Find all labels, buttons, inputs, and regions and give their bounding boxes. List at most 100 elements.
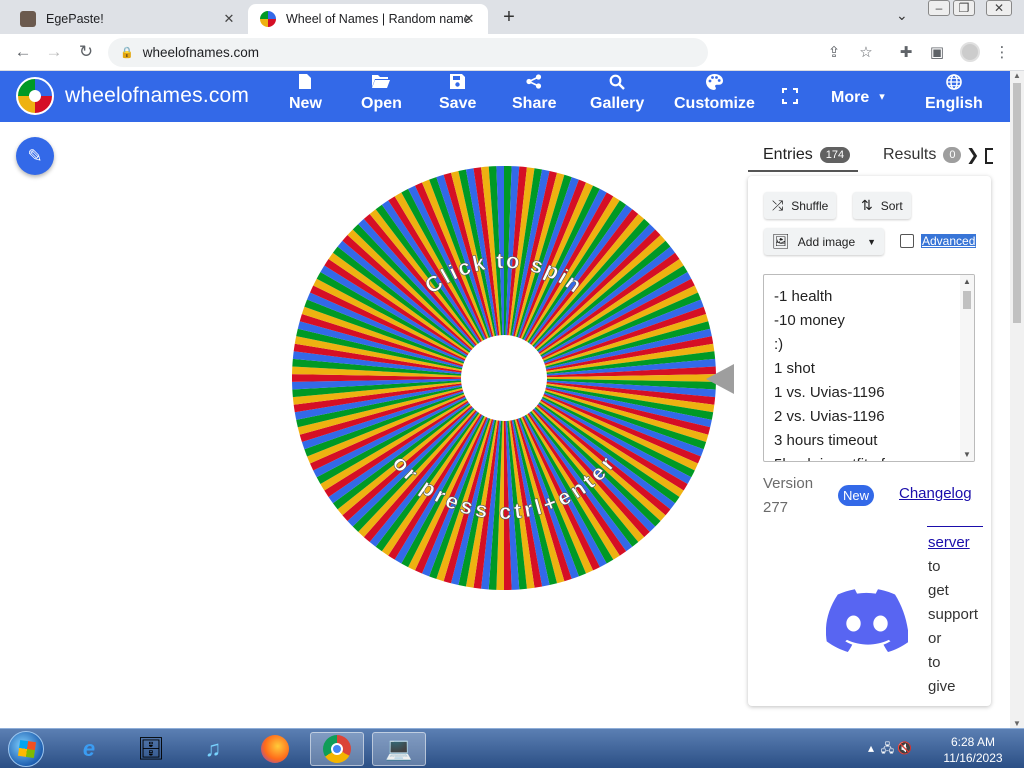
archive-app-icon[interactable]: 🗄 (124, 732, 178, 766)
site-brand[interactable]: wheelofnames.com (65, 84, 249, 108)
new-badge: New (838, 485, 875, 506)
wheel-graphic[interactable]: Click to spin or press ctrl+enter (292, 166, 716, 590)
nav-open-button[interactable]: Open (361, 74, 402, 113)
browser-tab-egepaste[interactable]: EgePaste! ✕ (8, 4, 248, 34)
start-button[interactable] (8, 731, 44, 767)
app-window-icon[interactable]: 💻 (372, 732, 426, 766)
windows-taskbar: e 🗄 ♫ 💻 ▴ 🖧 🔇 6:28 AM 11/16/2023 (0, 728, 1024, 768)
wheel-center-hub[interactable] (461, 335, 547, 421)
shuffle-icon: ⤮ (772, 197, 784, 213)
nav-customize-button[interactable]: Customize (674, 74, 755, 113)
egepaste-favicon-icon (20, 11, 36, 27)
discord-text: or (928, 630, 942, 647)
floppy-disk-icon (450, 74, 466, 94)
edit-pencil-button[interactable]: ✎ (16, 137, 54, 175)
restore-window-icon[interactable]: ❐ (953, 0, 975, 16)
taskbar-clock[interactable]: 6:28 AM 11/16/2023 (940, 734, 1006, 766)
entry-line: 5k rub in outfit of (764, 453, 974, 461)
nav-share-button[interactable]: Share (512, 74, 556, 113)
firefox-icon[interactable] (248, 732, 302, 766)
search-icon (609, 74, 625, 94)
results-count-badge: 0 (943, 147, 962, 163)
entry-line: -10 money (774, 312, 845, 329)
discord-text: support (928, 606, 979, 623)
wheel-logo-icon[interactable] (16, 77, 54, 115)
entry-line: 1 shot (774, 360, 815, 377)
chevron-down-icon: ▼ (867, 236, 877, 247)
back-arrow-icon[interactable]: ← (12, 42, 34, 62)
browser-tab-strip: EgePaste! ✕ Wheel of Names | Random name… (0, 0, 1024, 34)
nav-language-button[interactable]: English (925, 74, 983, 113)
shuffle-button[interactable]: ⤮ Shuffle (764, 192, 837, 219)
close-tab-icon[interactable]: ✕ (460, 10, 478, 28)
share-icon (526, 74, 542, 94)
name-wheel[interactable]: Click to spin or press ctrl+enter (292, 166, 716, 590)
nav-gallery-button[interactable]: Gallery (590, 74, 644, 113)
forward-arrow-icon[interactable]: → (43, 42, 65, 62)
address-bar[interactable]: 🔒 wheelofnames.com (108, 38, 708, 67)
discord-text: to (928, 558, 941, 575)
scroll-down-icon[interactable]: ▼ (963, 450, 971, 459)
browser-tab-wheel-of-names[interactable]: Wheel of Names | Random name ✕ (248, 4, 488, 34)
entries-scrollbar[interactable]: ▲ ▼ (960, 275, 974, 461)
tab-overflow-edge (985, 148, 993, 164)
pencil-icon: ✎ (27, 145, 43, 166)
music-app-icon[interactable]: ♫ (186, 732, 240, 766)
close-window-icon[interactable]: ✕ (986, 0, 1012, 16)
url-text: wheelofnames.com (142, 45, 260, 60)
system-tray[interactable]: ▴ 🖧 🔇 (868, 739, 912, 760)
discord-text: give (928, 678, 956, 695)
entry-line: :) (774, 336, 784, 353)
scroll-down-icon[interactable]: ▼ (1013, 719, 1021, 728)
internet-explorer-icon[interactable]: e (62, 732, 116, 766)
browser-menu-icon[interactable]: ⋮ (992, 43, 1012, 61)
discord-icon[interactable] (826, 589, 908, 653)
entry-line: 2 vs. Uvias-1196 (774, 408, 885, 425)
nav-new-button[interactable]: New (289, 74, 322, 113)
add-image-button[interactable]: 🖼 Add image ▼ (764, 228, 885, 255)
tab-entries[interactable]: Entries 174 (763, 146, 851, 164)
image-icon: 🖼 (772, 233, 790, 249)
tabs-scroll-right-icon[interactable]: ❯ (966, 145, 979, 165)
version-info: Version 277 (763, 475, 814, 516)
advanced-checkbox[interactable] (900, 234, 914, 248)
folder-open-icon (372, 74, 391, 94)
share-page-icon[interactable]: ⇪ (824, 43, 844, 61)
discord-text: to (928, 654, 941, 671)
entry-line: -1 health (774, 288, 833, 305)
wheel-favicon-icon (260, 11, 276, 27)
tab-search-chevron-icon[interactable]: ⌄ (896, 7, 908, 24)
page-scroll-thumb[interactable] (1013, 83, 1021, 323)
tab-results[interactable]: Results 0 (883, 146, 962, 164)
advanced-label[interactable]: Advanced (921, 234, 977, 248)
nav-more-button[interactable]: More ▾ (831, 87, 885, 107)
palette-icon (705, 74, 723, 94)
scroll-up-icon[interactable]: ▲ (1013, 71, 1021, 80)
scroll-up-icon[interactable]: ▲ (963, 277, 971, 286)
changelog-link[interactable]: Changelog (899, 485, 972, 502)
entries-textarea[interactable]: -1 health -10 money :) 1 shot 1 vs. Uvia… (763, 274, 975, 462)
discord-server-link[interactable]: server (928, 534, 970, 551)
new-tab-button[interactable]: + (498, 6, 520, 29)
extensions-puzzle-icon[interactable]: ✚ (896, 43, 916, 61)
profile-avatar[interactable] (960, 42, 980, 62)
nav-fullscreen-button[interactable] (782, 88, 798, 108)
scroll-thumb[interactable] (963, 291, 971, 309)
side-panel-icon[interactable]: ▣ (927, 43, 947, 61)
bookmark-star-icon[interactable]: ☆ (856, 43, 876, 61)
entries-panel: ⤮ Shuffle ⇅ Sort 🖼 Add image ▼ Advanced … (748, 176, 991, 706)
globe-icon (946, 74, 962, 94)
wheel-pointer-arrow (706, 364, 734, 394)
nav-save-button[interactable]: Save (439, 74, 476, 113)
sort-icon: ⇅ (861, 197, 873, 213)
discord-text: get (928, 582, 949, 599)
page-scrollbar[interactable]: ▲ ▼ (1010, 71, 1024, 728)
entries-count-badge: 174 (819, 147, 851, 163)
sort-button[interactable]: ⇅ Sort (853, 192, 911, 219)
minimize-window-icon[interactable]: – (928, 0, 950, 16)
lock-icon: 🔒 (120, 47, 134, 59)
reload-icon[interactable]: ↻ (75, 42, 97, 62)
site-navbar: wheelofnames.com New Open Save Share Gal… (0, 71, 1010, 122)
close-tab-icon[interactable]: ✕ (220, 10, 238, 28)
chrome-icon[interactable] (310, 732, 364, 766)
